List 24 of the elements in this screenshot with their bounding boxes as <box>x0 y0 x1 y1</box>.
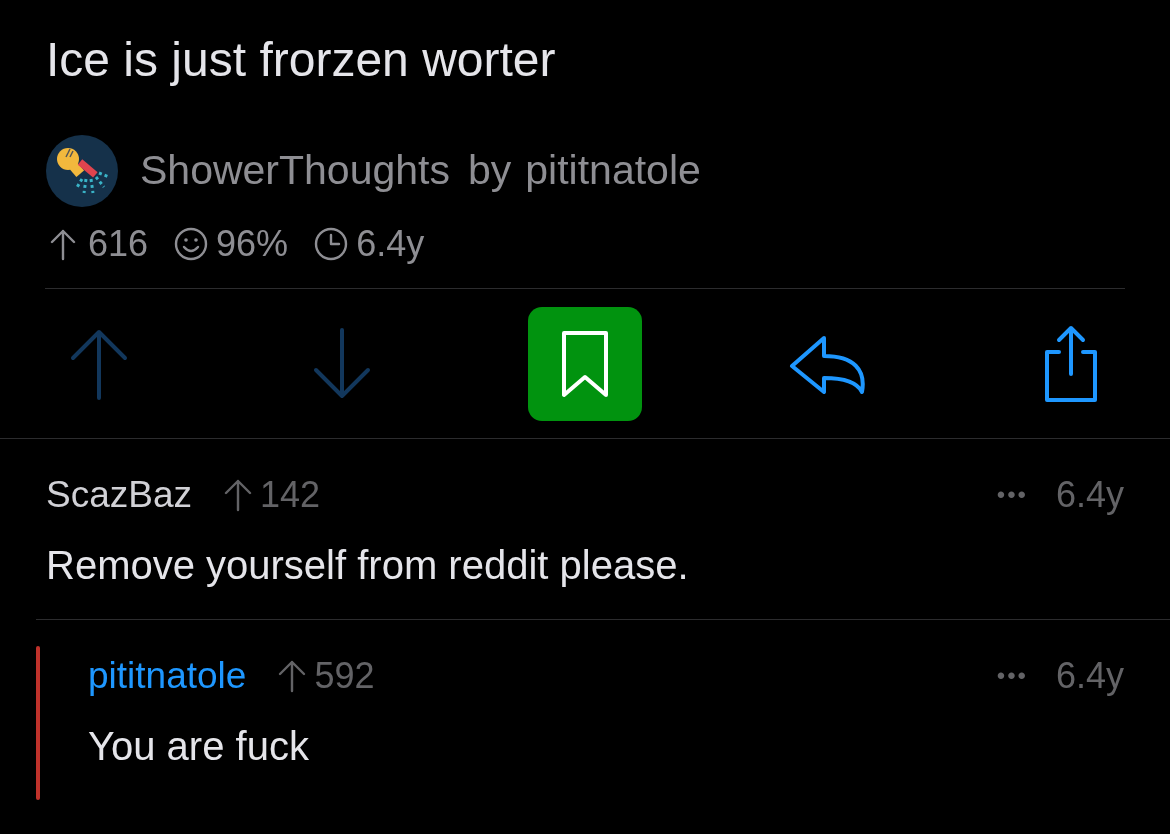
clock-icon <box>314 227 349 261</box>
comment-age: 6.4y <box>1055 654 1124 698</box>
comment-author[interactable]: pititnatole <box>88 648 247 704</box>
comment-age: 6.4y <box>1055 473 1124 517</box>
author-link[interactable]: pititnatole <box>525 140 701 202</box>
comment-body: Remove yourself from reddit please. <box>46 542 690 589</box>
upvote-ratio: 96% <box>216 222 289 266</box>
reply-icon <box>788 333 868 394</box>
upvote-icon <box>222 478 254 512</box>
by-label: by <box>467 146 512 196</box>
bookmark-icon <box>560 328 610 399</box>
more-options[interactable]: ••• <box>996 658 1028 694</box>
smiley-icon <box>174 227 209 261</box>
subreddit-avatar[interactable] <box>46 135 118 207</box>
comment-score: 592 <box>314 654 375 698</box>
comment-author[interactable]: ScazBaz <box>46 467 192 523</box>
comment-score: 142 <box>260 473 321 517</box>
comment-body: You are fuck <box>88 723 310 770</box>
save-button[interactable] <box>528 306 642 421</box>
score-count: 616 <box>88 222 149 266</box>
post-age: 6.4y <box>356 222 425 266</box>
subreddit-link[interactable]: ShowerThoughts <box>140 140 450 202</box>
post-title: Ice is just frorzen worter <box>46 32 557 88</box>
more-options[interactable]: ••• <box>996 477 1028 513</box>
